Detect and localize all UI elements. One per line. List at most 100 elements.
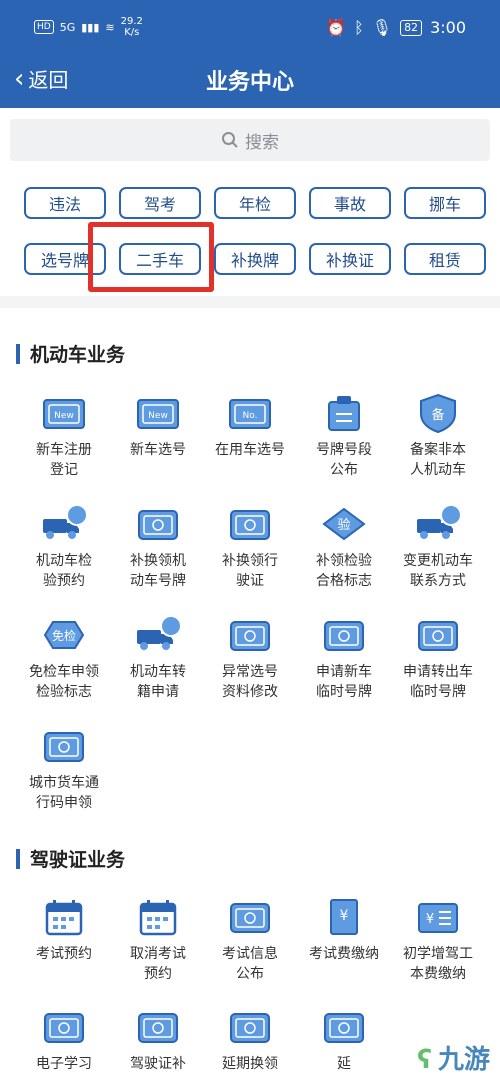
tag-button[interactable]: 驾考 bbox=[119, 187, 201, 219]
inspection-truck-icon bbox=[39, 503, 89, 545]
search-input[interactable]: 搜索 bbox=[10, 119, 490, 161]
license-exchange-icon bbox=[225, 503, 275, 545]
service-label-line2: 行码申领 bbox=[36, 795, 92, 811]
service-label-line2: 临时号牌 bbox=[316, 684, 372, 700]
section-divider bbox=[0, 296, 500, 308]
plate-segment-icon bbox=[319, 392, 369, 434]
service-label-line2: 临时号牌 bbox=[410, 684, 466, 700]
service-item[interactable]: No. 在用车选号 bbox=[203, 392, 297, 460]
service-label-line1: 电子学习 bbox=[36, 1056, 92, 1072]
tag-button[interactable]: 挪车 bbox=[404, 187, 486, 219]
service-item[interactable]: 延 bbox=[297, 1006, 391, 1074]
service-item[interactable]: 考试预约 bbox=[17, 896, 111, 964]
service-label-line1: 在用车选号 bbox=[215, 442, 285, 458]
svg-text:New: New bbox=[54, 411, 74, 421]
signal-icon: ▮▮▮ bbox=[81, 20, 100, 34]
service-item[interactable]: 免检 免检车申领 检验标志 bbox=[17, 614, 111, 702]
service-item[interactable]: 机动车转 籍申请 bbox=[111, 614, 205, 702]
service-item[interactable]: ¥ 初学增驾工 本费缴纳 bbox=[391, 896, 485, 984]
status-bar: HD 5G ▮▮▮ ≋ 29.2 K/s ⏰ ᛒ 🎙 82 3:00 bbox=[0, 12, 500, 44]
service-item[interactable]: 补换领机 动车号牌 bbox=[111, 503, 205, 591]
edit-card-icon bbox=[225, 614, 275, 656]
service-label-line2: 合格标志 bbox=[316, 573, 372, 589]
svg-text:备: 备 bbox=[431, 407, 444, 423]
service-label-line1: 新车选号 bbox=[130, 442, 186, 458]
contact-truck-icon bbox=[413, 503, 463, 545]
service-label-line1: 延 bbox=[337, 1056, 351, 1072]
tag-button[interactable]: 事故 bbox=[309, 187, 391, 219]
service-label-line2: 检验标志 bbox=[36, 684, 92, 700]
service-item[interactable]: 电子学习 bbox=[17, 1006, 111, 1074]
service-item[interactable]: 异常选号 资料修改 bbox=[203, 614, 297, 702]
inspection-mark-icon: 验 bbox=[319, 503, 369, 545]
exempt-badge-icon: 免检 bbox=[39, 614, 89, 656]
service-item[interactable]: New 新车注册 登记 bbox=[17, 392, 111, 480]
search-icon bbox=[222, 132, 238, 148]
watermark-mark-icon: ʕ bbox=[417, 1045, 432, 1075]
service-label-line1: 驾驶证补 bbox=[130, 1056, 186, 1072]
new-plate-icon: New bbox=[133, 392, 183, 434]
service-item[interactable]: 延期换领 bbox=[203, 1006, 297, 1074]
tag-button[interactable]: 补换牌 bbox=[214, 243, 296, 275]
search-placeholder: 搜索 bbox=[245, 132, 279, 153]
service-item[interactable]: 机动车检 验预约 bbox=[17, 503, 111, 591]
service-label-line1: 号牌号段 bbox=[316, 442, 372, 458]
service-item[interactable]: 补换领行 驶证 bbox=[203, 503, 297, 591]
tag-button[interactable]: 违法 bbox=[24, 187, 106, 219]
service-label-line1: 考试预约 bbox=[36, 946, 92, 962]
number-plate-icon: No. bbox=[225, 392, 275, 434]
back-button[interactable]: ‹ 返回 bbox=[14, 64, 68, 93]
section-bar bbox=[16, 848, 20, 869]
service-label-line1: 申请转出车 bbox=[403, 664, 473, 680]
service-item[interactable]: 申请转出车 临时号牌 bbox=[391, 614, 485, 702]
back-label: 返回 bbox=[28, 68, 69, 92]
service-item[interactable]: 申请新车 临时号牌 bbox=[297, 614, 391, 702]
service-item[interactable]: 验补领检验 合格标志 bbox=[297, 503, 391, 591]
temp-plate-icon bbox=[319, 614, 369, 656]
net-speed-value: 29.2 bbox=[120, 16, 143, 27]
service-label-line1: 机动车检 bbox=[36, 553, 92, 569]
new-car-icon: New bbox=[39, 392, 89, 434]
plate-exchange-icon bbox=[133, 503, 183, 545]
e-learning-icon bbox=[39, 1006, 89, 1048]
watermark-text: 九游 bbox=[437, 1045, 490, 1075]
service-label-line2: 公布 bbox=[330, 462, 358, 478]
service-item[interactable]: 变更机动车 联系方式 bbox=[391, 503, 485, 591]
service-label-line1: 新车注册 bbox=[36, 442, 92, 458]
service-label-line1: 取消考试 bbox=[130, 946, 186, 962]
watermark-logo: ʕ 九游 bbox=[417, 1039, 490, 1076]
service-item[interactable]: 取消考试 预约 bbox=[111, 896, 205, 984]
tag-button[interactable]: 租赁 bbox=[404, 243, 486, 275]
service-label-line1: 备案非本 bbox=[410, 442, 466, 458]
service-label-line1: 考试信息 bbox=[222, 946, 278, 962]
nav-bar: 业务中心 ‹ 返回 bbox=[0, 58, 500, 100]
service-item[interactable]: 备备案非本 人机动车 bbox=[391, 392, 485, 480]
service-item[interactable]: ¥ 考试费缴纳 bbox=[297, 896, 391, 964]
section-title-license: 驾驶证业务 bbox=[16, 845, 125, 872]
service-label-line2: 本费缴纳 bbox=[410, 966, 466, 982]
service-item[interactable]: New 新车选号 bbox=[111, 392, 205, 460]
fee-card-icon: ¥ bbox=[413, 896, 463, 938]
alarm-icon: ⏰ bbox=[326, 18, 347, 37]
service-label-line2: 联系方式 bbox=[410, 573, 466, 589]
service-item[interactable]: 驾驶证补 bbox=[111, 1006, 205, 1074]
tag-button[interactable]: 补换证 bbox=[309, 243, 391, 275]
tag-button[interactable]: 年检 bbox=[214, 187, 296, 219]
service-label-line1: 补换领机 bbox=[130, 553, 186, 569]
service-label-line2: 资料修改 bbox=[222, 684, 278, 700]
service-item[interactable]: 号牌号段 公布 bbox=[297, 392, 391, 480]
service-item[interactable]: 城市货车通 行码申领 bbox=[17, 725, 111, 813]
service-label-line2: 人机动车 bbox=[410, 462, 466, 478]
renewal-icon bbox=[225, 1006, 275, 1048]
network-indicator: 5G bbox=[59, 20, 76, 34]
partial-icon bbox=[319, 1006, 369, 1048]
radio-plate-icon bbox=[413, 614, 463, 656]
service-label-line2: 公布 bbox=[236, 966, 264, 982]
service-item[interactable]: 考试信息 公布 bbox=[203, 896, 297, 984]
section-title-text: 驾驶证业务 bbox=[30, 849, 126, 871]
service-label-line2: 动车号牌 bbox=[130, 573, 186, 589]
section-title-vehicle: 机动车业务 bbox=[16, 340, 125, 367]
city-truck-icon bbox=[39, 725, 89, 767]
service-label-line2: 验预约 bbox=[43, 573, 85, 589]
chevron-left-icon: ‹ bbox=[14, 63, 25, 94]
